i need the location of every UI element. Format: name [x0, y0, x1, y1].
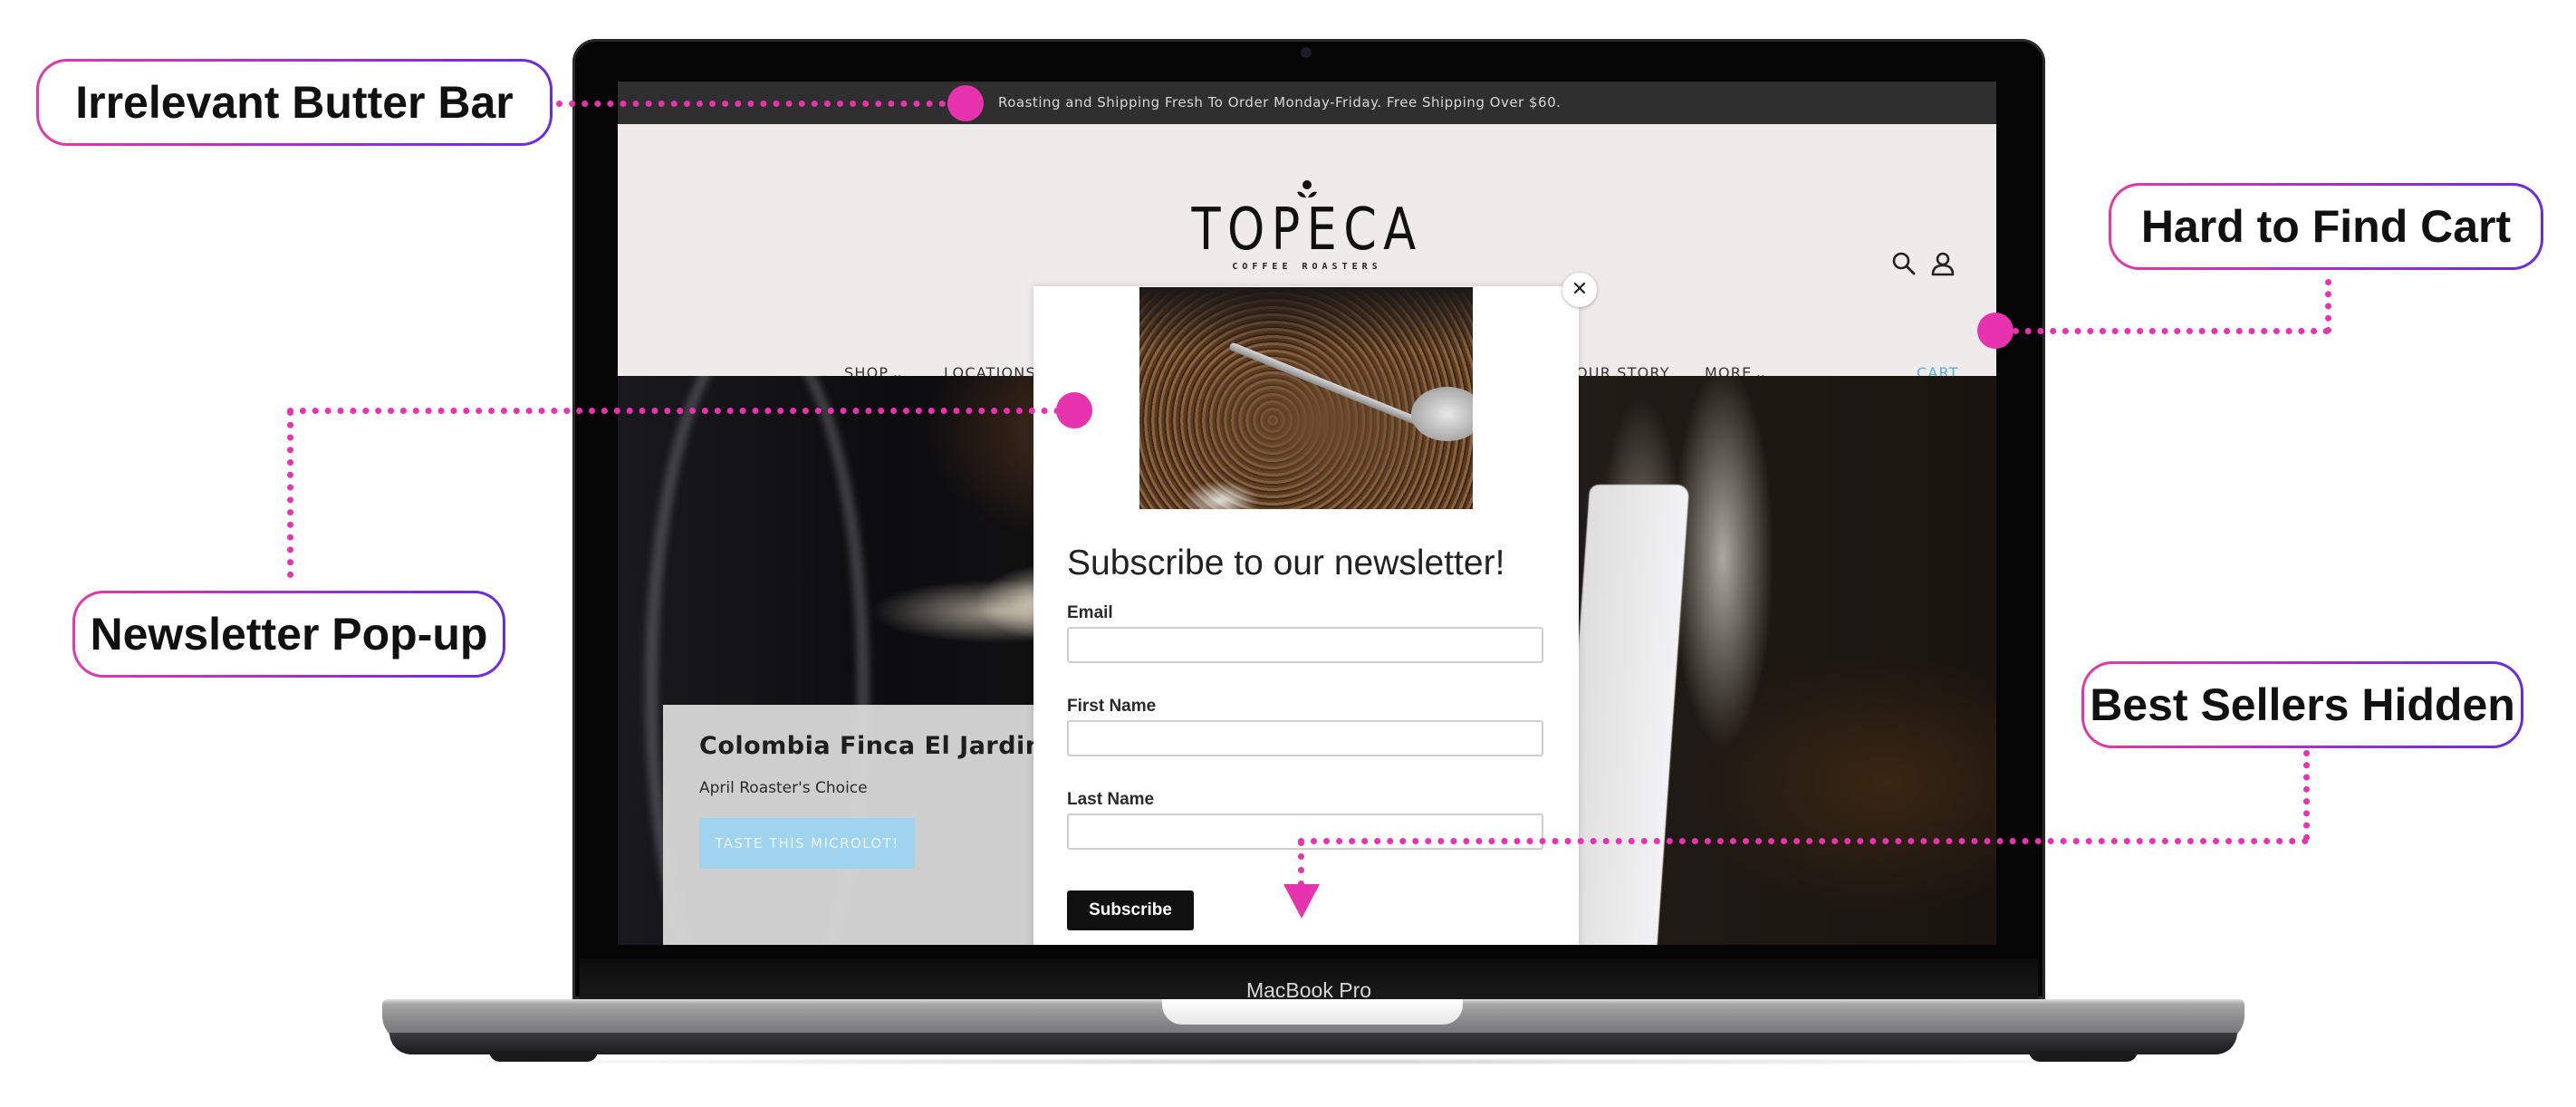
callout-marker [1977, 313, 2014, 349]
webcam-icon [1302, 48, 1311, 57]
last-name-label: Last Name [1067, 790, 1155, 809]
callout-best-sellers-hidden: Best Sellers Hidden [2081, 661, 2523, 748]
coffee-roaster-image [1139, 287, 1473, 509]
email-field[interactable] [1067, 627, 1543, 663]
hero-feature-card: Colombia Finca El Jardin April Roaster's… [663, 705, 1043, 945]
callout-connector [287, 409, 293, 578]
close-popup-button[interactable]: ✕ [1562, 273, 1597, 307]
callout-irrelevant-butter-bar: Irrelevant Butter Bar [36, 59, 553, 146]
popup-title: Subscribe to our newsletter! [1067, 544, 1505, 582]
callout-connector [2325, 279, 2331, 333]
account-icon[interactable] [1930, 251, 1956, 276]
last-name-field[interactable] [1067, 813, 1543, 850]
floor-shadow [417, 1058, 2210, 1065]
arrow-down-icon [1283, 884, 1320, 919]
hero-title: Colombia Finca El Jardin [699, 732, 1043, 760]
callout-connector [2013, 328, 2330, 334]
email-label: Email [1067, 603, 1113, 622]
butter-bar-text: Roasting and Shipping Fresh To Order Mon… [998, 94, 1562, 111]
callout-marker [1056, 392, 1092, 428]
newsletter-popup: ✕ Subscribe to our newsletter! Email Fir… [1033, 273, 1597, 945]
callout-newsletter-popup: Newsletter Pop-up [72, 591, 505, 678]
hero-subtitle: April Roaster's Choice [699, 779, 868, 797]
laptop-base-lower [389, 1033, 2237, 1054]
first-name-label: First Name [1067, 697, 1157, 716]
callout-marker [947, 85, 984, 121]
first-name-field[interactable] [1067, 720, 1543, 756]
callout-connector [1298, 838, 2309, 844]
website-screen: Roasting and Shipping Fresh To Order Mon… [618, 82, 1996, 945]
taste-microlot-button[interactable]: TASTE THIS MICROLOT! [699, 818, 915, 869]
callout-connector [556, 101, 946, 107]
site-logo[interactable]: TOPECA [1187, 197, 1427, 264]
search-icon[interactable] [1891, 251, 1917, 276]
site-logo-tagline: COFFEE ROASTERS [1232, 262, 1382, 272]
subscribe-button[interactable]: Subscribe [1067, 890, 1194, 930]
callout-connector [287, 408, 1073, 414]
callout-hard-to-find-cart: Hard to Find Cart [2109, 183, 2543, 270]
callout-connector [1298, 840, 1304, 887]
laptop-notch [1162, 999, 1463, 1025]
callout-connector [2303, 750, 2310, 841]
